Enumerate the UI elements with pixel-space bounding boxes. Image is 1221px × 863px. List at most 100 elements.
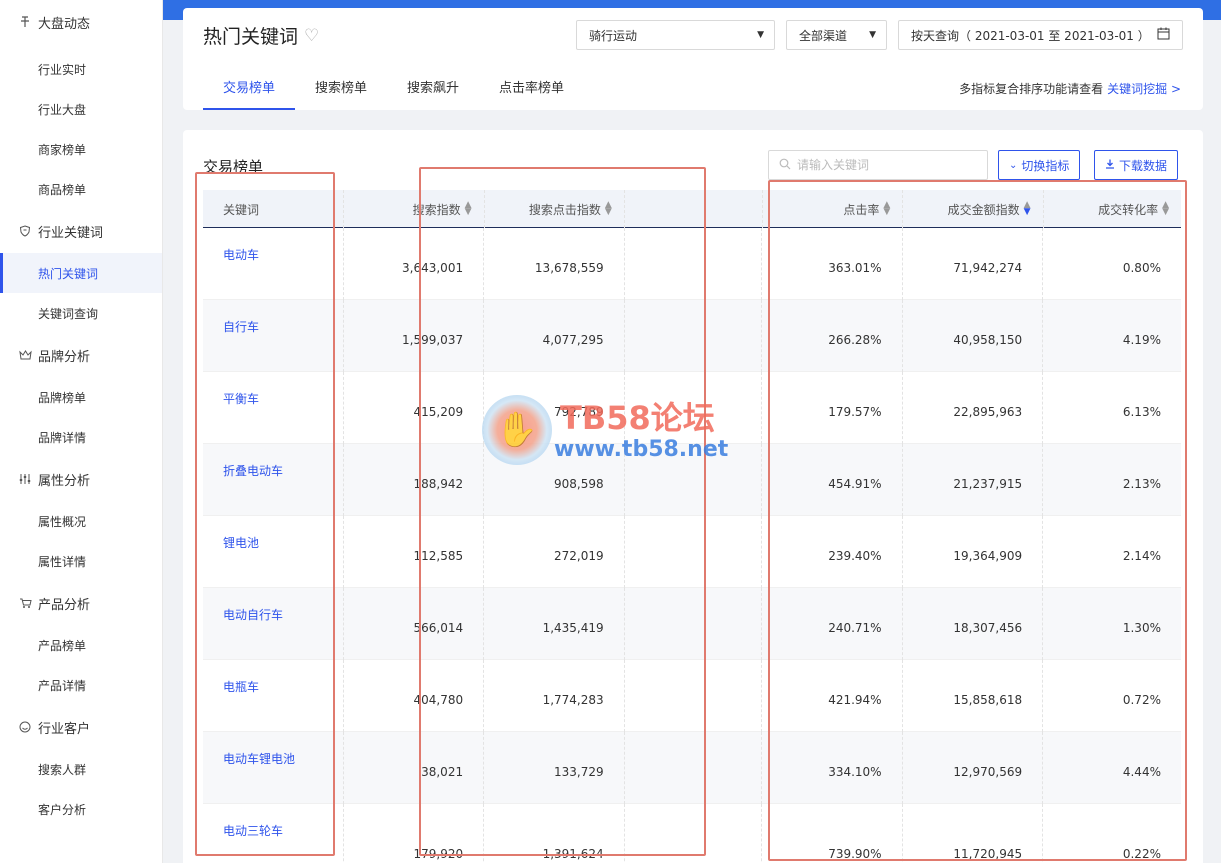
switch-metrics-label: 切换指标	[1021, 158, 1070, 173]
search-icon	[779, 158, 791, 173]
table-row: 锂电池 112,585 272,019 239.40% 19,364,909 2.14%	[203, 516, 1181, 588]
conversion-rate-cell: 6.13%	[1122, 405, 1161, 419]
channel-select[interactable]: 全部渠道 ▼	[786, 20, 887, 50]
sidebar-item-customer-analysis[interactable]: 客户分析	[0, 789, 162, 829]
col-keyword: 关键词	[203, 190, 345, 228]
sidebar-item-industry-overview[interactable]: 行业大盘	[0, 89, 162, 129]
ctr-cell: 240.71%	[762, 588, 903, 660]
sidebar-group-customers[interactable]: 行业客户	[0, 705, 162, 749]
favorite-heart-icon[interactable]: ♡	[304, 26, 319, 46]
sidebar-group-label: 大盘动态	[38, 16, 91, 32]
hand-logo-icon: ✋	[482, 395, 552, 465]
ctr-cell: 179.57%	[762, 372, 903, 444]
col-ctr[interactable]: 点击率 ▲ ▼	[763, 190, 904, 228]
keyword-link[interactable]: 电瓶车	[203, 660, 344, 732]
keyword-link[interactable]: 电动车	[203, 228, 344, 300]
gmv-index-cell: 15,858,618	[903, 660, 1044, 732]
sliders-icon	[18, 472, 32, 486]
sidebar-item-search-crowd[interactable]: 搜索人群	[0, 749, 162, 789]
tab-search-rank[interactable]: 搜索榜单	[295, 78, 387, 110]
col-gmv-index[interactable]: 成交金额指数 ▲ ▼	[903, 190, 1044, 228]
sidebar-item-label: 热门关键词	[38, 266, 99, 281]
ctr-cell: 739.90%	[762, 804, 903, 863]
sidebar-item-brand-rank[interactable]: 品牌榜单	[0, 377, 162, 417]
smile-icon	[18, 720, 32, 734]
keyword-table: 关键词 搜索指数 ▲ ▼ 搜索点击指数 ▲ ▼ 点击率 ▲ ▼ 成交金额指数 ▲ ▼ 成交转化率…	[203, 190, 1181, 863]
sidebar-group-products[interactable]: 产品分析	[0, 581, 162, 625]
sidebar-group-keywords[interactable]: 行业关键词	[0, 209, 162, 253]
col-search-index[interactable]: 搜索指数 ▲ ▼	[344, 190, 485, 228]
sidebar-item-product-list[interactable]: 产品榜单	[0, 625, 162, 665]
sidebar-item-keyword-query[interactable]: 关键词查询	[0, 293, 162, 333]
sidebar-item-industry-realtime[interactable]: 行业实时	[0, 49, 162, 89]
sidebar-group-label: 产品分析	[38, 597, 91, 613]
tab-search-rising[interactable]: 搜索飙升	[387, 78, 479, 110]
sort-icon[interactable]: ▲ ▼	[465, 201, 472, 217]
spacer-cell	[625, 660, 763, 732]
ranking-tabs: 交易榜单 搜索榜单 搜索飙升 点击率榜单	[203, 78, 584, 110]
sort-icon[interactable]: ▲ ▼	[883, 201, 890, 217]
sort-desc-icon[interactable]: ▲ ▼	[1024, 201, 1031, 217]
sidebar-item-label: 属性概况	[38, 514, 87, 529]
conversion-rate-cell: 4.19%	[1122, 333, 1161, 347]
keyword-link[interactable]: 自行车	[203, 300, 344, 372]
header-card: 热门关键词 ♡ 骑行运动 ▼ 全部渠道 ▼ 按天查询（ 2021-03-01 至…	[183, 8, 1203, 110]
ctr-cell: 239.40%	[762, 516, 903, 588]
search-index-cell: 112,585	[344, 516, 485, 588]
keyword-search-box[interactable]	[768, 150, 988, 180]
category-select[interactable]: 骑行运动 ▼	[576, 20, 775, 50]
sidebar-item-product-detail[interactable]: 产品详情	[0, 665, 162, 705]
spacer-cell	[625, 228, 763, 300]
keyword-link[interactable]: 电动自行车	[203, 588, 344, 660]
sidebar-item-merchant-rank[interactable]: 商家榜单	[0, 129, 162, 169]
sidebar-group-brand[interactable]: 品牌分析	[0, 333, 162, 377]
sidebar-item-attribute-detail[interactable]: 属性详情	[0, 541, 162, 581]
keyword-search-input[interactable]	[797, 158, 977, 172]
date-range-picker[interactable]: 按天查询（ 2021-03-01 至 2021-03-01 ）	[898, 20, 1183, 50]
search-index-cell: 1,599,037	[344, 300, 485, 372]
watermark-title: TB58论坛	[560, 399, 715, 437]
search-index-cell: 404,780	[344, 660, 485, 732]
pin-icon	[18, 15, 32, 29]
calendar-icon	[1157, 27, 1170, 43]
download-data-button[interactable]: 下载数据	[1094, 150, 1179, 180]
sidebar-group-label: 行业关键词	[38, 225, 104, 241]
sidebar-item-brand-detail[interactable]: 品牌详情	[0, 417, 162, 457]
keyword-mining-link[interactable]: 关键词挖掘 >	[1107, 82, 1181, 96]
switch-metrics-button[interactable]: ⌄ 切换指标	[998, 150, 1081, 180]
sidebar-group-attributes[interactable]: 属性分析	[0, 457, 162, 501]
keyword-link[interactable]: 电动三轮车	[203, 804, 344, 863]
keyword-link[interactable]: 折叠电动车	[203, 444, 344, 516]
keyword-link[interactable]: 平衡车	[203, 372, 344, 444]
gmv-index-cell: 22,895,963	[903, 372, 1044, 444]
conversion-rate-cell: 4.44%	[1122, 765, 1161, 779]
col-conversion-rate[interactable]: 成交转化率 ▲ ▼	[1044, 190, 1181, 228]
col-spacer	[625, 190, 764, 228]
keyword-link[interactable]: 锂电池	[203, 516, 344, 588]
ctr-cell: 363.01%	[762, 228, 903, 300]
search-click-index-cell: 133,729	[484, 732, 625, 804]
table-body: 电动车 3,643,001 13,678,559 363.01% 71,942,274 0…	[203, 228, 1181, 863]
double-chevron-down-icon: ⌄	[1009, 159, 1018, 171]
sidebar-item-product-rank[interactable]: 商品榜单	[0, 169, 162, 209]
sidebar-item-attribute-overview[interactable]: 属性概况	[0, 501, 162, 541]
sort-icon[interactable]: ▲ ▼	[605, 201, 612, 217]
sidebar-group-dashboard[interactable]: 大盘动态	[0, 0, 162, 44]
tab-transaction-rank[interactable]: 交易榜单	[203, 78, 296, 110]
tab-ctr-rank[interactable]: 点击率榜单	[479, 78, 584, 110]
crown-icon	[18, 348, 32, 362]
watermark: ✋ TB58论坛 www.tb58.net	[482, 395, 728, 465]
sidebar-item-hot-keywords[interactable]: 热门关键词	[0, 253, 162, 293]
gmv-index-cell: 71,942,274	[903, 228, 1044, 300]
sort-icon[interactable]: ▲ ▼	[1162, 201, 1169, 217]
sidebar-item-label: 产品详情	[38, 678, 87, 693]
col-search-click-index[interactable]: 搜索点击指数 ▲ ▼	[485, 190, 625, 228]
keyword-link[interactable]: 电动车锂电池	[203, 732, 344, 804]
spacer-cell	[625, 804, 763, 863]
search-index-cell: 3,643,001	[344, 228, 485, 300]
sidebar-item-label: 行业大盘	[38, 102, 87, 117]
sidebar-item-label: 搜索人群	[38, 762, 87, 777]
download-data-label: 下载数据	[1119, 158, 1168, 173]
ctr-cell: 334.10%	[762, 732, 903, 804]
spacer-cell	[625, 732, 763, 804]
